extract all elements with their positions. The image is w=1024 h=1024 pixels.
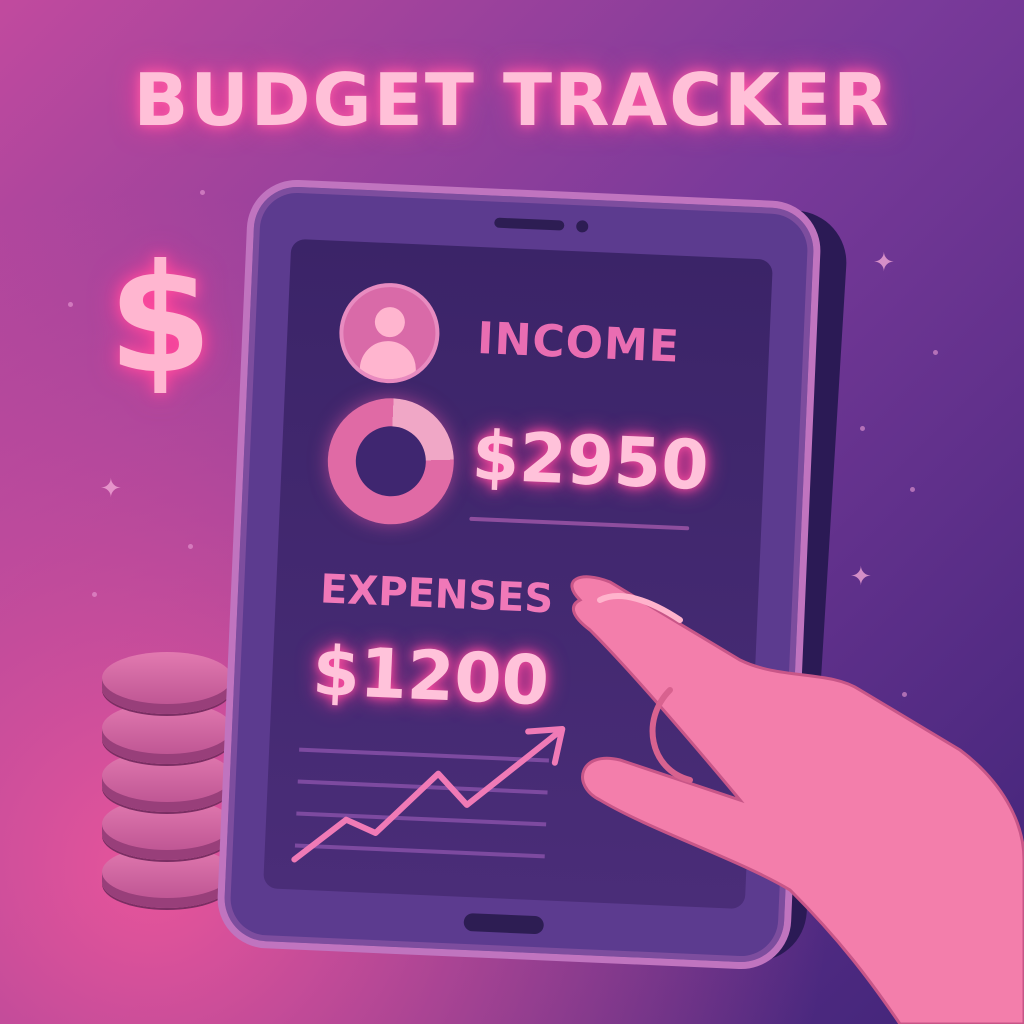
income-label: INCOME	[476, 312, 681, 373]
income-value: $2950	[470, 416, 711, 507]
trend-gridlines	[294, 747, 550, 859]
expenses-label: EXPENSES	[319, 566, 555, 623]
tablet-camera	[575, 220, 589, 233]
divider	[469, 516, 690, 531]
sparkle-dot	[860, 426, 865, 431]
coin-stack	[102, 638, 232, 908]
sparkle-dot	[200, 190, 205, 195]
coin	[102, 652, 232, 714]
sparkle-dot	[188, 544, 193, 549]
tablet-home-button[interactable]	[463, 912, 545, 935]
tablet-speaker	[494, 217, 565, 231]
avatar-body	[358, 339, 418, 386]
pointing-hand-icon	[570, 575, 1024, 1024]
hand-skin	[570, 575, 1024, 1024]
sparkle-dot	[933, 350, 938, 355]
sparkle-dot	[92, 592, 97, 597]
sparkle-dot	[68, 302, 73, 307]
user-avatar-icon[interactable]	[337, 280, 442, 386]
expenses-value: $1200	[310, 632, 551, 722]
dollar-icon: $	[108, 233, 213, 407]
avatar-head	[374, 306, 406, 338]
sparkle-icon: ✦	[873, 248, 895, 278]
sparkle-dot	[910, 487, 915, 492]
page-title: BUDGET TRACKER	[133, 58, 891, 142]
sparkle-icon: ✦	[100, 474, 122, 504]
income-donut-chart-icon	[325, 395, 457, 527]
